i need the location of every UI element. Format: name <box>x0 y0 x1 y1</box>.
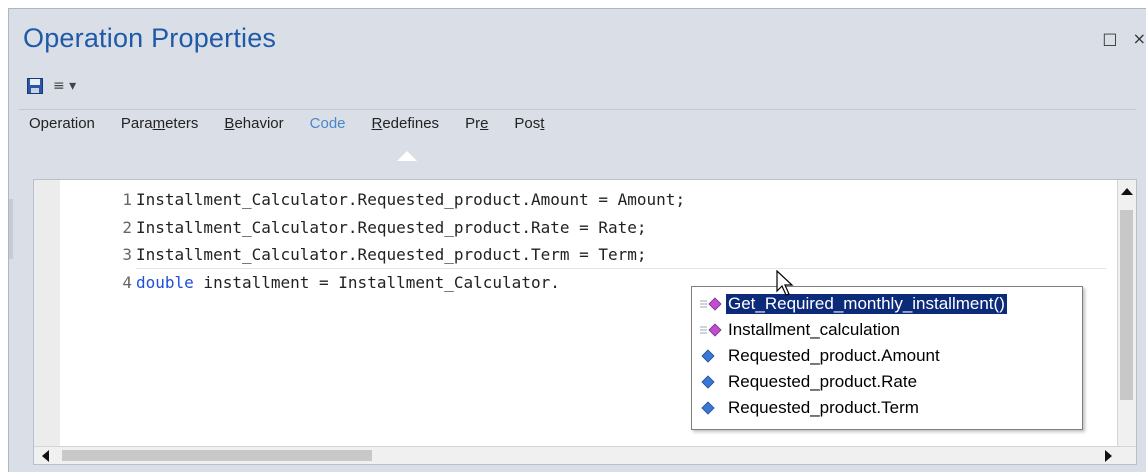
window-controls: □ × <box>1092 29 1146 48</box>
vertical-scrollbar[interactable] <box>1117 180 1136 447</box>
code-line: 2 Installment_Calculator.Requested_produc… <box>94 214 685 242</box>
editor-gutter <box>34 180 60 447</box>
method-icon <box>700 323 722 337</box>
code-line: 4 double installment = Installment_Calcul… <box>94 269 685 297</box>
tab-post[interactable]: Post <box>514 115 544 139</box>
tab-code[interactable]: Code <box>310 115 346 139</box>
autocomplete-item[interactable]: Get_Required_monthly_installment() <box>698 292 1008 316</box>
code-line: 1 Installment_Calculator.Requested_produc… <box>94 186 685 214</box>
scroll-left-arrow-icon[interactable] <box>42 450 49 462</box>
line-number: 3 <box>122 245 132 264</box>
code-line: 3 Installment_Calculator.Requested_produc… <box>94 241 685 269</box>
line-number: 4 <box>122 272 132 292</box>
code-keyword: double <box>136 272 194 292</box>
tab-operation[interactable]: Operation <box>29 115 95 139</box>
tab-behavior[interactable]: Behavior <box>224 115 283 139</box>
tab-pre[interactable]: Pre <box>465 115 488 139</box>
mouse-pointer-icon <box>776 270 794 296</box>
code-text: Installment_Calculator.Requested_product… <box>136 245 647 264</box>
attribute-icon <box>701 375 715 389</box>
tab-redefines[interactable]: Redefines <box>372 115 440 139</box>
autocomplete-item[interactable]: Installment_calculation <box>698 318 902 342</box>
code-lines: 1 Installment_Calculator.Requested_produc… <box>94 186 685 296</box>
autocomplete-item[interactable]: Requested_product.Amount <box>698 344 942 368</box>
method-icon <box>700 297 722 311</box>
window-title: Operation Properties <box>23 23 277 53</box>
scroll-right-arrow-icon[interactable] <box>1105 450 1112 462</box>
scroll-up-arrow-icon[interactable] <box>1121 188 1133 195</box>
autocomplete-item[interactable]: Requested_product.Rate <box>698 370 919 394</box>
menu-dropdown-icon[interactable]: ≡ ▾ <box>53 78 76 94</box>
restore-button[interactable]: □ <box>1102 29 1117 48</box>
close-button[interactable]: × <box>1133 29 1146 48</box>
vertical-scroll-thumb[interactable] <box>1120 210 1133 400</box>
line-number: 1 <box>122 190 132 209</box>
active-tab-pointer <box>397 151 417 161</box>
autocomplete-item[interactable]: Requested_product.Term <box>698 396 921 420</box>
autocomplete-popup[interactable]: Get_Required_monthly_installment() Insta… <box>691 286 1083 430</box>
code-text: installment = Installment_Calculator. <box>193 272 560 292</box>
save-icon[interactable] <box>27 78 43 94</box>
toolbar-divider <box>19 109 1136 110</box>
toolbar: ≡ ▾ <box>27 75 76 97</box>
window-edge-marker <box>9 199 13 259</box>
line-number: 2 <box>122 217 132 237</box>
attribute-icon <box>701 401 715 415</box>
horizontal-scroll-thumb[interactable] <box>62 450 372 461</box>
tab-parameters[interactable]: Parameters <box>121 115 199 139</box>
tab-strip: Operation Parameters Behavior Code Redef… <box>29 115 570 139</box>
horizontal-scrollbar[interactable] <box>34 446 1136 464</box>
code-text: Installment_Calculator.Requested_product… <box>136 190 686 209</box>
code-text: Installment_Calculator.Requested_product… <box>136 217 647 237</box>
attribute-icon <box>701 349 715 363</box>
